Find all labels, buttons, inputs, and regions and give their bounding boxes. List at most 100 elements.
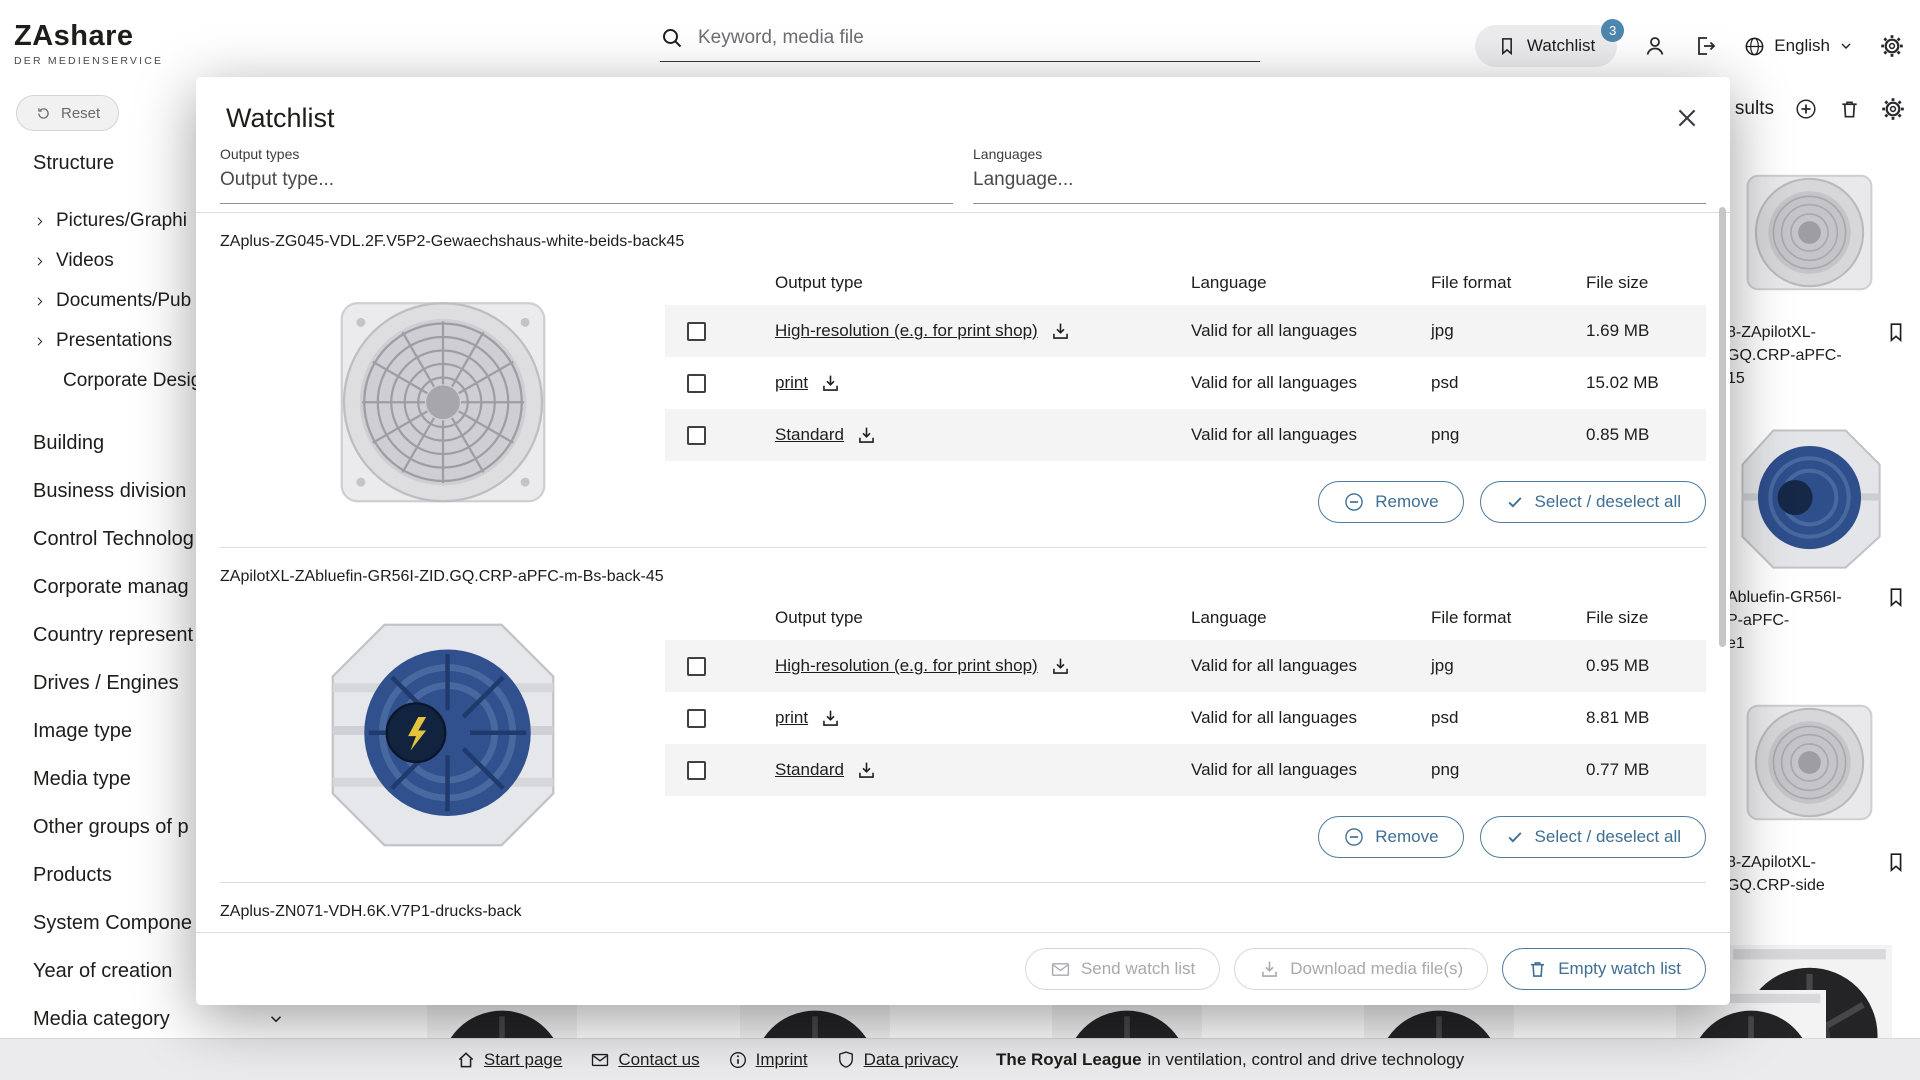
sidebar-item-label: Pictures/Graphi bbox=[56, 210, 187, 232]
watchlist-items: ZAplus-ZG045-VDL.2F.V5P2-Gewaechshaus-wh… bbox=[196, 212, 1730, 932]
trash-icon bbox=[1527, 959, 1548, 980]
imprint-label: Imprint bbox=[756, 1050, 808, 1070]
download-icon[interactable] bbox=[1050, 656, 1071, 677]
language-cell: Valid for all languages bbox=[1191, 760, 1431, 780]
download-media-files-button[interactable]: Download media file(s) bbox=[1234, 948, 1488, 990]
language-selector[interactable]: English bbox=[1743, 35, 1854, 58]
sidebar-item-label: System Compone bbox=[33, 912, 192, 935]
sidebar-item-label: Products bbox=[33, 864, 112, 887]
language-filter[interactable]: Languages Language... bbox=[973, 146, 1706, 204]
empty-watchlist-button[interactable]: Empty watch list bbox=[1502, 948, 1706, 990]
remove-button[interactable]: Remove bbox=[1318, 481, 1463, 523]
output-type-filter-label: Output types bbox=[220, 146, 953, 162]
grid-settings-icon[interactable] bbox=[1881, 97, 1905, 121]
watchlist-badge: 3 bbox=[1601, 19, 1624, 42]
download-icon[interactable] bbox=[856, 760, 877, 781]
media-card-title: 8-ZApilotXL- GQ.CRP-aPFC- 15 bbox=[1727, 321, 1842, 390]
brand-tagline: DER MEDIENSERVICE bbox=[14, 55, 163, 67]
empty-watchlist-label: Empty watch list bbox=[1558, 959, 1681, 979]
language-cell: Valid for all languages bbox=[1191, 708, 1431, 728]
trash-icon[interactable] bbox=[1838, 98, 1861, 121]
modal-title: Watchlist bbox=[226, 103, 335, 134]
row-checkbox[interactable] bbox=[687, 322, 706, 341]
product-image-centrifugal-fan bbox=[220, 596, 665, 870]
user-icon[interactable] bbox=[1643, 34, 1667, 58]
select-deselect-all-button[interactable]: Select / deselect all bbox=[1480, 816, 1706, 858]
output-type-link[interactable]: print bbox=[775, 373, 808, 393]
sidebar-item-label: Control Technolog bbox=[33, 528, 194, 551]
footer-tagline: The Royal League in ventilation, control… bbox=[996, 1050, 1464, 1070]
contact-us-link[interactable]: Contact us bbox=[590, 1050, 699, 1070]
modal-filters: Output types Output type... Languages La… bbox=[196, 142, 1730, 204]
file-format-cell: png bbox=[1431, 760, 1586, 780]
sidebar-item-label: Media type bbox=[33, 768, 131, 791]
reset-filters-button[interactable]: Reset bbox=[16, 95, 119, 131]
bookmark-icon[interactable] bbox=[1885, 851, 1907, 873]
send-watchlist-label: Send watch list bbox=[1081, 959, 1195, 979]
row-checkbox[interactable] bbox=[687, 374, 706, 393]
watchlist-item: ZAplus-ZN071-VDH.6K.V7P1-drucks-back bbox=[220, 883, 1706, 921]
bookmark-icon[interactable] bbox=[1885, 321, 1907, 343]
file-size-cell: 1.69 MB bbox=[1586, 321, 1706, 341]
start-page-link[interactable]: Start page bbox=[456, 1050, 562, 1070]
send-watchlist-button[interactable]: Send watch list bbox=[1025, 948, 1220, 990]
select-deselect-all-label: Select / deselect all bbox=[1535, 827, 1681, 847]
brand-logo[interactable]: ZAshare DER MEDIENSERVICE bbox=[14, 20, 163, 67]
file-size-cell: 0.85 MB bbox=[1586, 425, 1706, 445]
watchlist-button[interactable]: Watchlist 3 bbox=[1475, 25, 1617, 67]
output-type-filter[interactable]: Output types Output type... bbox=[220, 146, 953, 204]
close-icon[interactable] bbox=[1672, 103, 1702, 133]
col-output-type: Output type bbox=[775, 608, 1191, 628]
media-card[interactable]: 8-ZApilotXL- GQ.CRP-aPFC- 15 bbox=[1727, 150, 1907, 390]
bookmark-icon[interactable] bbox=[1885, 586, 1907, 608]
remove-button[interactable]: Remove bbox=[1318, 816, 1463, 858]
data-privacy-link[interactable]: Data privacy bbox=[836, 1050, 958, 1070]
page-footer: Start page Contact us Imprint Data priva… bbox=[0, 1038, 1920, 1080]
language-cell: Valid for all languages bbox=[1191, 425, 1431, 445]
file-format-cell: psd bbox=[1431, 708, 1586, 728]
media-card[interactable]: Abluefin-GR56I- P-aPFC- e1 bbox=[1727, 415, 1907, 655]
row-checkbox[interactable] bbox=[687, 709, 706, 728]
variant-row: print Valid for all languages psd 8.81 M… bbox=[665, 692, 1706, 744]
results-count-fragment: sults bbox=[1735, 98, 1774, 120]
envelope-icon bbox=[590, 1050, 610, 1070]
row-checkbox[interactable] bbox=[687, 761, 706, 780]
search-input[interactable] bbox=[698, 27, 1260, 49]
media-file-name: ZAplus-ZG045-VDL.2F.V5P2-Gewaechshaus-wh… bbox=[220, 233, 1706, 251]
col-file-size: File size bbox=[1586, 273, 1706, 293]
download-icon[interactable] bbox=[820, 373, 841, 394]
file-format-cell: jpg bbox=[1431, 656, 1586, 676]
output-type-link[interactable]: Standard bbox=[775, 425, 844, 445]
row-checkbox[interactable] bbox=[687, 426, 706, 445]
media-card[interactable]: 8-ZApilotXL- GQ.CRP-side bbox=[1727, 680, 1907, 897]
add-all-to-watchlist-icon[interactable] bbox=[1794, 97, 1818, 121]
select-deselect-all-button[interactable]: Select / deselect all bbox=[1480, 481, 1706, 523]
variant-table: Output type Language File format File si… bbox=[665, 261, 1706, 547]
output-type-link[interactable]: High-resolution (e.g. for print shop) bbox=[775, 321, 1038, 341]
media-card-title: Abluefin-GR56I- P-aPFC- e1 bbox=[1727, 586, 1842, 655]
globe-icon bbox=[1743, 35, 1766, 58]
check-icon bbox=[1505, 827, 1525, 847]
download-icon[interactable] bbox=[820, 708, 841, 729]
download-icon[interactable] bbox=[1050, 321, 1071, 342]
download-icon[interactable] bbox=[856, 425, 877, 446]
logout-icon[interactable] bbox=[1693, 34, 1717, 58]
row-checkbox[interactable] bbox=[687, 657, 706, 676]
col-language: Language bbox=[1191, 608, 1431, 628]
col-file-format: File format bbox=[1431, 273, 1586, 293]
variant-row: Standard Valid for all languages png 0.7… bbox=[665, 744, 1706, 796]
output-type-link[interactable]: High-resolution (e.g. for print shop) bbox=[775, 656, 1038, 676]
product-image-axial-fan bbox=[220, 261, 665, 535]
output-type-link[interactable]: Standard bbox=[775, 760, 844, 780]
chevron-right-icon bbox=[33, 215, 46, 228]
sidebar-item-label: Image type bbox=[33, 720, 132, 743]
imprint-link[interactable]: Imprint bbox=[728, 1050, 808, 1070]
settings-icon[interactable] bbox=[1880, 34, 1904, 58]
output-type-link[interactable]: print bbox=[775, 708, 808, 728]
watchlist-item: ZApilotXL-ZAbluefin-GR56I-ZID.GQ.CRP-aPF… bbox=[220, 548, 1706, 882]
bookmark-icon bbox=[1497, 36, 1517, 56]
start-page-label: Start page bbox=[484, 1050, 562, 1070]
modal-scrollbar[interactable] bbox=[1719, 207, 1726, 647]
file-format-cell: jpg bbox=[1431, 321, 1586, 341]
media-thumbnail-fan bbox=[1727, 680, 1892, 845]
